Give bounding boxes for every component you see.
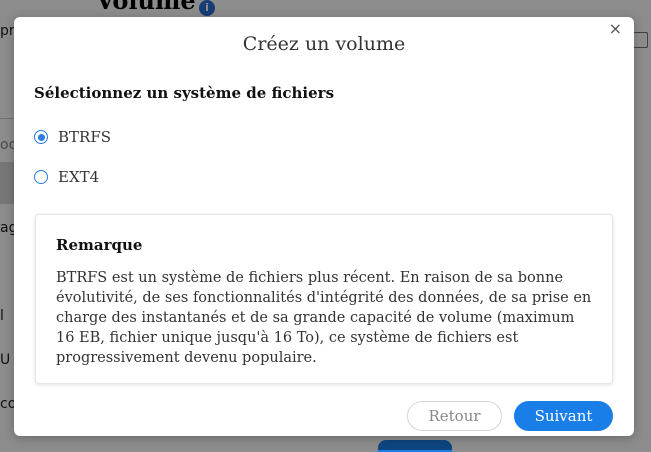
note-box: Remarque BTRFS est un système de fichier… — [35, 214, 613, 384]
radio-label-btrfs: BTRFS — [58, 128, 112, 146]
radio-label-ext4: EXT4 — [58, 168, 100, 186]
note-body: BTRFS est un système de fichiers plus ré… — [56, 270, 592, 366]
note-title: Remarque — [56, 236, 143, 254]
filesystem-section-label: Sélectionnez un système de fichiers — [34, 84, 335, 102]
radio-option-ext4[interactable]: EXT4 — [34, 168, 99, 186]
radio-btrfs[interactable] — [34, 130, 48, 144]
back-button[interactable]: Retour — [407, 401, 502, 431]
create-volume-dialog: × Créez un volume Sélectionnez un systèm… — [14, 17, 634, 436]
radio-ext4[interactable] — [34, 170, 48, 184]
next-button[interactable]: Suivant — [514, 401, 613, 431]
radio-option-btrfs[interactable]: BTRFS — [34, 128, 111, 146]
dialog-title: Créez un volume — [242, 33, 406, 55]
